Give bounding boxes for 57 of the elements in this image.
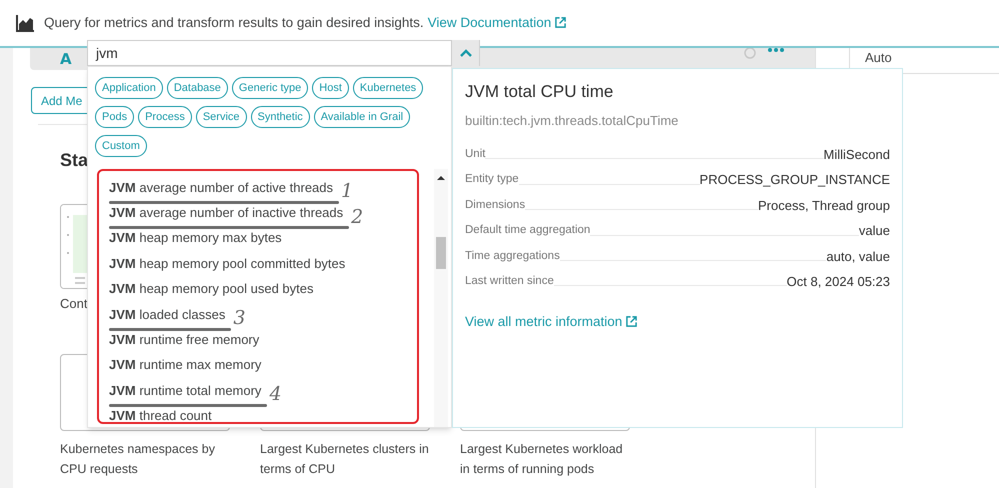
section-heading: Sta (60, 149, 88, 171)
filter-chip[interactable]: Host (312, 77, 349, 99)
property-value: Oct 8, 2024 05:23 (786, 272, 890, 291)
filter-chip[interactable]: Available in Grail (314, 106, 410, 128)
metric-option[interactable]: JVM loaded classes (109, 306, 226, 322)
area-chart-icon (16, 14, 34, 32)
property-label: Entity type (465, 172, 519, 188)
metric-key: builtin:tech.jvm.threads.totalCpuTime (465, 110, 890, 130)
filter-chip[interactable]: Application (95, 77, 163, 99)
annotation-number: 2 (351, 208, 364, 227)
property-value: MilliSecond (824, 146, 890, 164)
annotation-number: 1 (341, 182, 354, 202)
metric-option[interactable]: JVM heap memory pool used bytes (109, 281, 314, 296)
scrollbar[interactable] (434, 169, 448, 427)
metric-option[interactable]: JVM heap memory max bytes (109, 230, 282, 246)
filter-chip[interactable]: Custom (95, 135, 147, 157)
filter-chip[interactable]: Process (138, 106, 192, 128)
external-link-icon (555, 16, 566, 28)
filter-chip[interactable]: Generic type (232, 77, 308, 99)
property-label: Last written since (465, 274, 554, 290)
view-metric-link[interactable]: View all metric information (465, 312, 890, 333)
metric-option[interactable]: JVM runtime max memory (109, 357, 262, 372)
metric-option[interactable]: JVM runtime total memory (109, 382, 262, 398)
annotation-number: 4 (269, 385, 282, 404)
property-value: auto, value (826, 248, 890, 266)
card-caption: Kubernetes namespaces by CPU requests (60, 441, 216, 478)
property-value: Process, Thread group (758, 196, 890, 215)
card-caption: Largest Kubernetes workload in terms of running pods (460, 441, 624, 478)
metric-option[interactable]: JVM average number of active threads (109, 180, 334, 195)
property-label: Time aggregations (465, 248, 560, 264)
more-options-icon[interactable] (768, 48, 784, 54)
property-value: PROCESS_GROUP_INSTANCE (700, 171, 890, 190)
filter-chip[interactable]: Service (196, 106, 247, 128)
metric-option[interactable]: JVM heap memory pool committed bytes (109, 256, 346, 271)
search-field[interactable]: jvm (87, 40, 452, 66)
metric-option[interactable]: JVM average number of inactive threads (109, 205, 344, 220)
card-caption: Cont (60, 295, 88, 313)
filter-chip[interactable]: Database (166, 77, 228, 99)
card-caption: Largest Kubernetes clusters in terms of CPU (260, 441, 430, 478)
query-letter: A (60, 48, 72, 70)
metric-title: JVM total CPU time (465, 81, 614, 103)
metric-option[interactable]: JVM thread count (109, 408, 212, 424)
filter-chip[interactable]: Synthetic (250, 106, 310, 128)
property-label: Dimensions (465, 198, 526, 213)
filter-chip[interactable]: Kubernetes (352, 77, 424, 99)
property-value: value (858, 222, 890, 240)
external-link-icon (626, 316, 638, 328)
scroll-up-icon[interactable] (437, 175, 445, 180)
property-label: Default time aggregation (465, 223, 590, 238)
property-label: Unit (465, 147, 486, 162)
filter-chip[interactable]: Pods (95, 106, 134, 128)
documentation-link[interactable]: View Documentation (428, 12, 566, 34)
annotation-number: 3 (233, 309, 246, 328)
caret-up-icon[interactable] (460, 49, 472, 57)
page-description: Query for metrics and transform results to gain desired insights. (44, 14, 424, 32)
metric-option[interactable]: JVM runtime free memory (109, 332, 260, 348)
scrollbar-thumb[interactable] (436, 237, 446, 269)
